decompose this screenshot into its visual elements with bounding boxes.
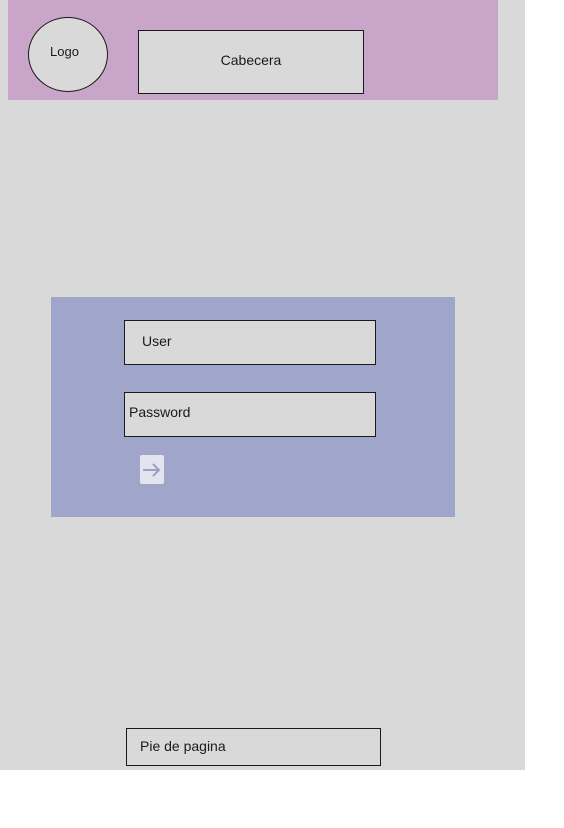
page-canvas: Logo Cabecera User Password Pie de pagin…: [0, 0, 525, 770]
password-field-label: Password: [129, 404, 191, 420]
logo-label: Logo: [50, 44, 79, 59]
user-field-label: User: [142, 333, 172, 349]
header-bar: Logo Cabecera: [8, 0, 498, 100]
footer-label: Pie de pagina: [140, 738, 226, 754]
logo[interactable]: Logo: [28, 17, 108, 92]
footer-box: Pie de pagina: [126, 728, 381, 766]
header-title-box: Cabecera: [138, 30, 364, 94]
login-submit-button[interactable]: [140, 455, 164, 484]
sign-in-arrow-icon: [143, 462, 161, 477]
password-field[interactable]: Password: [124, 392, 376, 437]
user-field[interactable]: User: [124, 320, 376, 365]
header-title: Cabecera: [220, 52, 282, 68]
